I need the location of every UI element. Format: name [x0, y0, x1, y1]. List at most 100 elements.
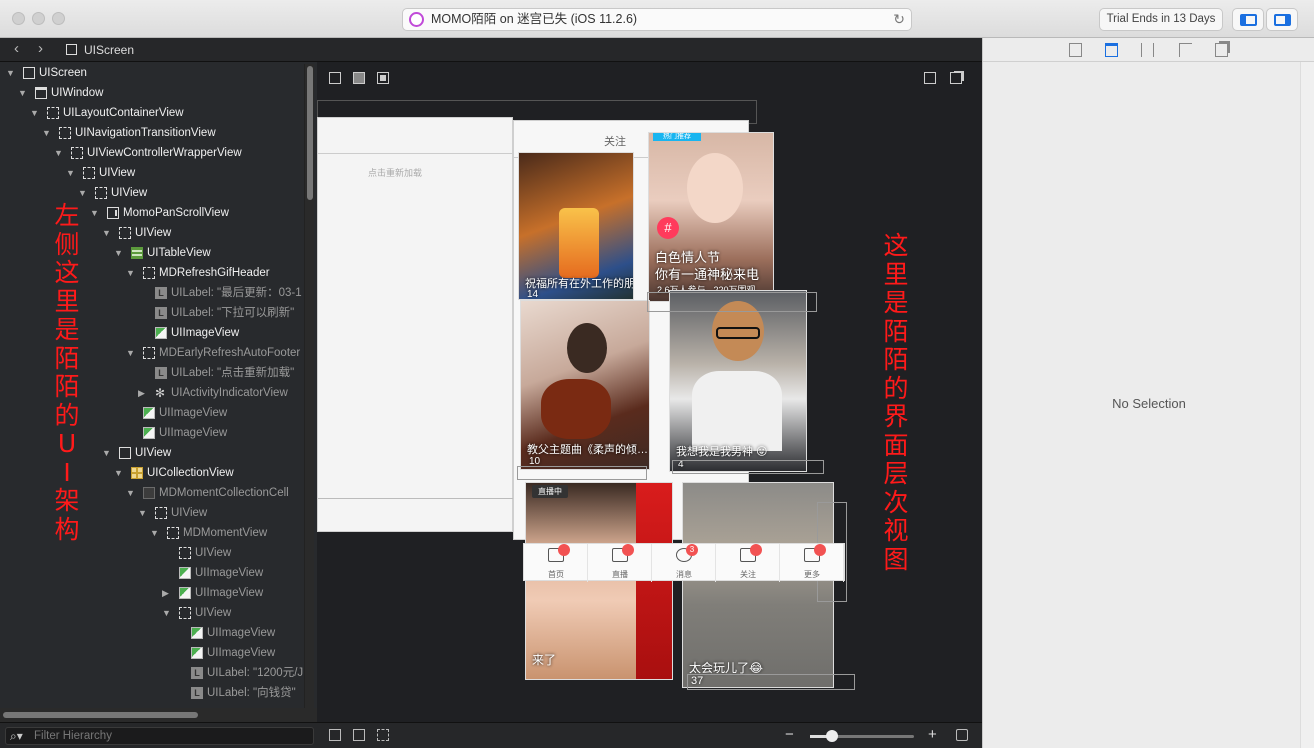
hierarchy-row[interactable]: UIImageView [0, 643, 304, 663]
dash-view-icon [143, 347, 155, 359]
show-constraints-icon[interactable] [377, 729, 389, 741]
disclosure-expanded-icon[interactable]: ▼ [30, 103, 40, 123]
filter-hierarchy-field[interactable]: ⌕▾ Filter Hierarchy [5, 727, 314, 745]
hierarchy-row[interactable]: ▼ MDEarlyRefreshAutoFooter [0, 343, 304, 363]
moment-card-1[interactable]: 祝福所有在外工作的朋… 14 [518, 152, 634, 300]
image-view-icon [179, 567, 191, 579]
disclosure-expanded-icon[interactable]: ▼ [150, 523, 160, 543]
app-selector[interactable]: MOMO陌陌 on 迷宫已失 (iOS 11.2.6) ↻ [402, 8, 912, 31]
disclosure-expanded-icon[interactable]: ▼ [18, 83, 28, 103]
layout-inspector-icon[interactable] [1105, 43, 1118, 57]
hierarchy-row[interactable]: ▼ UILayoutContainerView [0, 103, 304, 123]
hierarchy-row[interactable]: ▼ UIView [0, 223, 304, 243]
zoom-slider[interactable] [810, 730, 914, 742]
hierarchy-row[interactable]: UIImageView [0, 323, 304, 343]
hierarchy-row[interactable]: ▼ UITableView [0, 243, 304, 263]
disclosure-expanded-icon[interactable]: ▼ [54, 143, 64, 163]
hierarchy-row[interactable]: UILabel: "下拉可以刷新" [0, 303, 304, 323]
breadcrumb[interactable]: UIScreen [84, 43, 134, 57]
hierarchy-row[interactable]: ▼ UIView [0, 603, 304, 623]
disclosure-expanded-icon[interactable]: ▼ [114, 243, 124, 263]
wireframe-content-mode-icon[interactable] [377, 72, 389, 84]
disclosure-collapsed-icon[interactable]: ▶ [138, 383, 148, 403]
hierarchy-row[interactable]: UIImageView [0, 423, 304, 443]
disclosure-expanded-icon[interactable]: ▼ [126, 483, 136, 503]
layers-inspector-icon[interactable] [1215, 43, 1228, 57]
hierarchy-row[interactable]: ▼ UIView [0, 443, 304, 463]
moment-card-4[interactable]: 我想我是我男神 😛 4 [669, 290, 807, 472]
hierarchy-row[interactable]: UILabel: "最后更新：03-1 [0, 283, 304, 303]
hierarchy-vertical-scrollbar[interactable] [304, 64, 314, 712]
back-arrow-icon[interactable]: ‹ [14, 40, 19, 57]
disclosure-expanded-icon[interactable]: ▼ [126, 343, 136, 363]
disclosure-expanded-icon[interactable]: ▼ [90, 203, 100, 223]
hierarchy-row[interactable]: UIView [0, 543, 304, 563]
hierarchy-row[interactable]: ▼ UIView [0, 183, 304, 203]
toggle-right-panel-button[interactable] [1266, 8, 1298, 31]
zoom-in-button[interactable]: + [928, 726, 937, 743]
disclosure-expanded-icon[interactable]: ▼ [126, 263, 136, 283]
disclosure-expanded-icon[interactable]: ▼ [6, 63, 16, 83]
disclosure-expanded-icon[interactable]: ▼ [114, 463, 124, 483]
hierarchy-row[interactable]: ▼ UIScreen [0, 63, 304, 83]
clip-icon[interactable] [353, 729, 365, 741]
tab-bar-item[interactable]: 直播 [588, 544, 652, 582]
disclosure-expanded-icon[interactable]: ▼ [66, 163, 76, 183]
size-inspector-icon[interactable] [1179, 43, 1192, 57]
hierarchy-horizontal-scrollbar[interactable] [0, 708, 317, 722]
hierarchy-row[interactable]: ▼ MomoPanScrollView [0, 203, 304, 223]
moment-card-2[interactable]: 热门推荐 # 白色情人节 你有一通神秘来电 2.6万人参与 · 220万围观 [648, 132, 774, 302]
zoom-window-button[interactable] [52, 12, 65, 25]
tab-bar-item[interactable]: 更多 [780, 544, 844, 582]
hierarchy-row[interactable]: UILabel: "1200元/J [0, 663, 304, 683]
hierarchy-row[interactable]: UIImageView [0, 563, 304, 583]
disclosure-expanded-icon[interactable]: ▼ [102, 223, 112, 243]
tab-bar-item[interactable]: 关注 [716, 544, 780, 582]
hierarchy-row[interactable]: ▶ UIImageView [0, 583, 304, 603]
attributes-inspector-icon[interactable] [1141, 43, 1154, 57]
3d-mode-icon[interactable] [950, 72, 962, 84]
export-icon[interactable] [956, 729, 968, 741]
hierarchy-row[interactable]: UIImageView [0, 403, 304, 423]
hierarchy-row[interactable]: UIImageView [0, 623, 304, 643]
hierarchy-row[interactable]: ▼ UIView [0, 503, 304, 523]
disclosure-expanded-icon[interactable]: ▼ [102, 443, 112, 463]
toggle-left-panel-button[interactable] [1232, 8, 1264, 31]
hierarchy-row[interactable]: ▼ MDMomentCollectionCell [0, 483, 304, 503]
moment-card-3[interactable]: 教父主题曲《柔声的倾… 10 [520, 300, 650, 470]
hierarchy-row[interactable]: ▼ UINavigationTransitionView [0, 123, 304, 143]
2d-mode-icon[interactable] [924, 72, 936, 84]
hierarchy-row[interactable]: ▼ UIView [0, 163, 304, 183]
hierarchy-row[interactable]: ▶ ✻ UIActivityIndicatorView [0, 383, 304, 403]
file-inspector-icon[interactable] [1069, 43, 1082, 57]
hierarchy-row-label: UILabel: "最后更新：03-1 [171, 287, 302, 299]
moment-card-6[interactable]: 太会玩儿了😂 37 [682, 482, 834, 688]
reload-icon[interactable]: ↻ [893, 9, 905, 30]
hierarchy-row[interactable]: ▼ UICollectionView [0, 463, 304, 483]
inspector-scrollbar[interactable] [1300, 62, 1314, 748]
disclosure-expanded-icon[interactable]: ▼ [42, 123, 52, 143]
table-view-layer[interactable]: 点击重新加载 [317, 117, 514, 532]
forward-arrow-icon[interactable]: › [38, 40, 43, 57]
hierarchy-row[interactable]: ▼ UIViewControllerWrapperView [0, 143, 304, 163]
hierarchy-row[interactable]: ▼ UIWindow [0, 83, 304, 103]
disclosure-expanded-icon[interactable]: ▼ [78, 183, 88, 203]
tab-bar-item[interactable]: 3 消息 [652, 544, 716, 582]
disclosure-expanded-icon[interactable]: ▼ [162, 603, 172, 623]
view-canvas[interactable]: 点击重新加载 关注 祝福所有在外工作的朋… 14 热门推荐 # 白色情人节 你有… [317, 62, 982, 722]
hierarchy-row[interactable]: ▼ MDMomentView [0, 523, 304, 543]
trial-button[interactable]: Trial Ends in 13 Days [1099, 8, 1223, 31]
view-hierarchy-navigator[interactable]: ▼ UIScreen ▼ UIWindow ▼ UILayoutContainerView… [0, 62, 317, 722]
close-window-button[interactable] [12, 12, 25, 25]
wireframe-mode-icon[interactable] [329, 72, 341, 84]
focus-icon[interactable] [329, 729, 341, 741]
content-mode-icon[interactable] [353, 72, 365, 84]
hierarchy-row[interactable]: UILabel: "点击重新加载" [0, 363, 304, 383]
tab-bar-item[interactable]: 首页 [524, 544, 588, 582]
hierarchy-row[interactable]: UILabel: "向钱贷" [0, 683, 304, 703]
disclosure-collapsed-icon[interactable]: ▶ [162, 583, 172, 603]
hierarchy-row[interactable]: ▼ MDRefreshGifHeader [0, 263, 304, 283]
disclosure-expanded-icon[interactable]: ▼ [138, 503, 148, 523]
zoom-out-button[interactable]: − [785, 726, 794, 743]
minimize-window-button[interactable] [32, 12, 45, 25]
